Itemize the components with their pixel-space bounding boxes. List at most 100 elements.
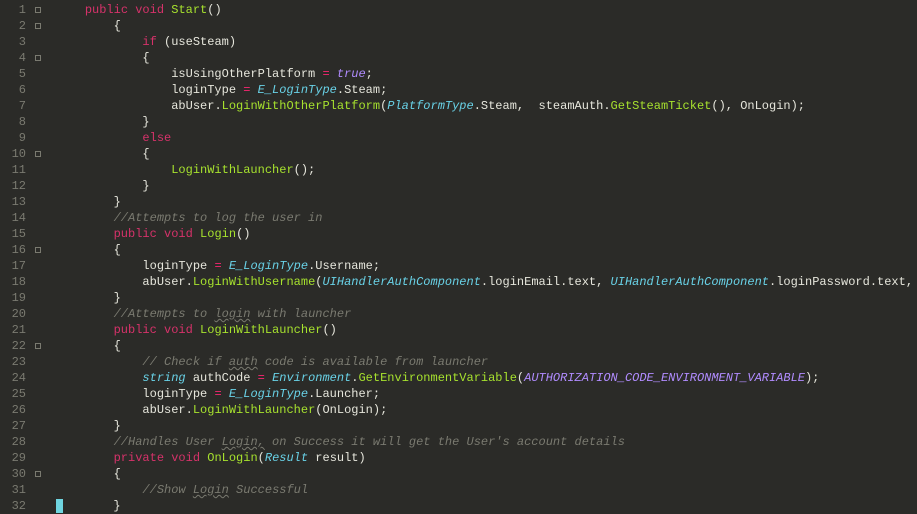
code-line[interactable]: //Show Login Successful bbox=[56, 482, 917, 498]
line-number: 20 bbox=[6, 306, 26, 322]
code-line[interactable]: abUser.LoginWithOtherPlatform(PlatformTy… bbox=[56, 98, 917, 114]
fold-toggle bbox=[32, 226, 44, 242]
line-number: 13 bbox=[6, 194, 26, 210]
code-line[interactable]: } bbox=[56, 178, 917, 194]
code-line[interactable]: abUser.LoginWithLauncher(OnLogin); bbox=[56, 402, 917, 418]
line-number: 19 bbox=[6, 290, 26, 306]
code-line[interactable]: } bbox=[56, 290, 917, 306]
line-number: 16 bbox=[6, 242, 26, 258]
code-line[interactable]: } bbox=[56, 194, 917, 210]
code-line[interactable]: private void OnLogin(Result result) bbox=[56, 450, 917, 466]
fold-toggle[interactable] bbox=[32, 146, 44, 162]
line-number: 18 bbox=[6, 274, 26, 290]
fold-toggle bbox=[32, 450, 44, 466]
code-line[interactable]: // Check if auth code is available from … bbox=[56, 354, 917, 370]
fold-toggle bbox=[32, 82, 44, 98]
fold-toggle bbox=[32, 274, 44, 290]
fold-toggle bbox=[32, 34, 44, 50]
fold-toggle[interactable] bbox=[32, 50, 44, 66]
fold-toggle[interactable] bbox=[32, 242, 44, 258]
line-number: 15 bbox=[6, 226, 26, 242]
line-number: 14 bbox=[6, 210, 26, 226]
line-number: 11 bbox=[6, 162, 26, 178]
code-line[interactable]: public void LoginWithLauncher() bbox=[56, 322, 917, 338]
fold-toggle[interactable] bbox=[32, 2, 44, 18]
line-number: 25 bbox=[6, 386, 26, 402]
fold-toggle bbox=[32, 178, 44, 194]
line-number-gutter: 1234567891011121314151617181920212223242… bbox=[0, 0, 32, 514]
code-line[interactable]: //Attempts to log the user in bbox=[56, 210, 917, 226]
fold-toggle bbox=[32, 498, 44, 514]
fold-toggle bbox=[32, 130, 44, 146]
line-number: 30 bbox=[6, 466, 26, 482]
code-line[interactable]: abUser.LoginWithUsername(UIHandlerAuthCo… bbox=[56, 274, 917, 290]
code-line[interactable]: { bbox=[56, 466, 917, 482]
fold-toggle[interactable] bbox=[32, 338, 44, 354]
line-number: 22 bbox=[6, 338, 26, 354]
fold-toggle bbox=[32, 354, 44, 370]
code-line[interactable]: isUsingOtherPlatform = true; bbox=[56, 66, 917, 82]
fold-toggle bbox=[32, 194, 44, 210]
line-number: 31 bbox=[6, 482, 26, 498]
fold-toggle bbox=[32, 418, 44, 434]
code-area[interactable]: public void Start() { if (useSteam) { is… bbox=[44, 0, 917, 514]
line-number: 26 bbox=[6, 402, 26, 418]
code-line[interactable]: } bbox=[56, 114, 917, 130]
fold-toggle bbox=[32, 322, 44, 338]
code-line[interactable]: } bbox=[56, 498, 917, 514]
line-number: 10 bbox=[6, 146, 26, 162]
line-number: 23 bbox=[6, 354, 26, 370]
code-line[interactable]: loginType = E_LoginType.Username; bbox=[56, 258, 917, 274]
code-line[interactable]: public void Start() bbox=[56, 2, 917, 18]
code-line[interactable]: { bbox=[56, 242, 917, 258]
line-number: 6 bbox=[6, 82, 26, 98]
code-line[interactable]: //Handles User Login, on Success it will… bbox=[56, 434, 917, 450]
line-number: 2 bbox=[6, 18, 26, 34]
code-line[interactable]: if (useSteam) bbox=[56, 34, 917, 50]
line-number: 28 bbox=[6, 434, 26, 450]
fold-toggle[interactable] bbox=[32, 18, 44, 34]
code-line[interactable]: LoginWithLauncher(); bbox=[56, 162, 917, 178]
line-number: 3 bbox=[6, 34, 26, 50]
code-line[interactable]: public void Login() bbox=[56, 226, 917, 242]
code-line[interactable]: } bbox=[56, 418, 917, 434]
code-editor[interactable]: 1234567891011121314151617181920212223242… bbox=[0, 0, 917, 514]
code-line[interactable]: { bbox=[56, 18, 917, 34]
fold-gutter[interactable] bbox=[32, 0, 44, 514]
code-line[interactable]: //Attempts to login with launcher bbox=[56, 306, 917, 322]
fold-toggle bbox=[32, 482, 44, 498]
fold-toggle bbox=[32, 210, 44, 226]
fold-toggle bbox=[32, 402, 44, 418]
code-line[interactable]: { bbox=[56, 50, 917, 66]
fold-toggle bbox=[32, 114, 44, 130]
fold-toggle bbox=[32, 290, 44, 306]
fold-toggle bbox=[32, 370, 44, 386]
fold-toggle bbox=[32, 306, 44, 322]
line-number: 1 bbox=[6, 2, 26, 18]
line-number: 7 bbox=[6, 98, 26, 114]
line-number: 12 bbox=[6, 178, 26, 194]
line-number: 27 bbox=[6, 418, 26, 434]
fold-toggle bbox=[32, 66, 44, 82]
line-number: 4 bbox=[6, 50, 26, 66]
code-line[interactable]: else bbox=[56, 130, 917, 146]
line-number: 32 bbox=[6, 498, 26, 514]
fold-toggle bbox=[32, 434, 44, 450]
line-number: 17 bbox=[6, 258, 26, 274]
code-line[interactable]: { bbox=[56, 146, 917, 162]
line-number: 8 bbox=[6, 114, 26, 130]
code-line[interactable]: loginType = E_LoginType.Steam; bbox=[56, 82, 917, 98]
fold-toggle bbox=[32, 98, 44, 114]
line-number: 9 bbox=[6, 130, 26, 146]
line-number: 24 bbox=[6, 370, 26, 386]
fold-toggle[interactable] bbox=[32, 466, 44, 482]
line-number: 29 bbox=[6, 450, 26, 466]
code-line[interactable]: loginType = E_LoginType.Launcher; bbox=[56, 386, 917, 402]
line-number: 21 bbox=[6, 322, 26, 338]
line-number: 5 bbox=[6, 66, 26, 82]
fold-toggle bbox=[32, 258, 44, 274]
code-line[interactable]: string authCode = Environment.GetEnviron… bbox=[56, 370, 917, 386]
code-line[interactable]: { bbox=[56, 338, 917, 354]
fold-toggle bbox=[32, 162, 44, 178]
fold-toggle bbox=[32, 386, 44, 402]
